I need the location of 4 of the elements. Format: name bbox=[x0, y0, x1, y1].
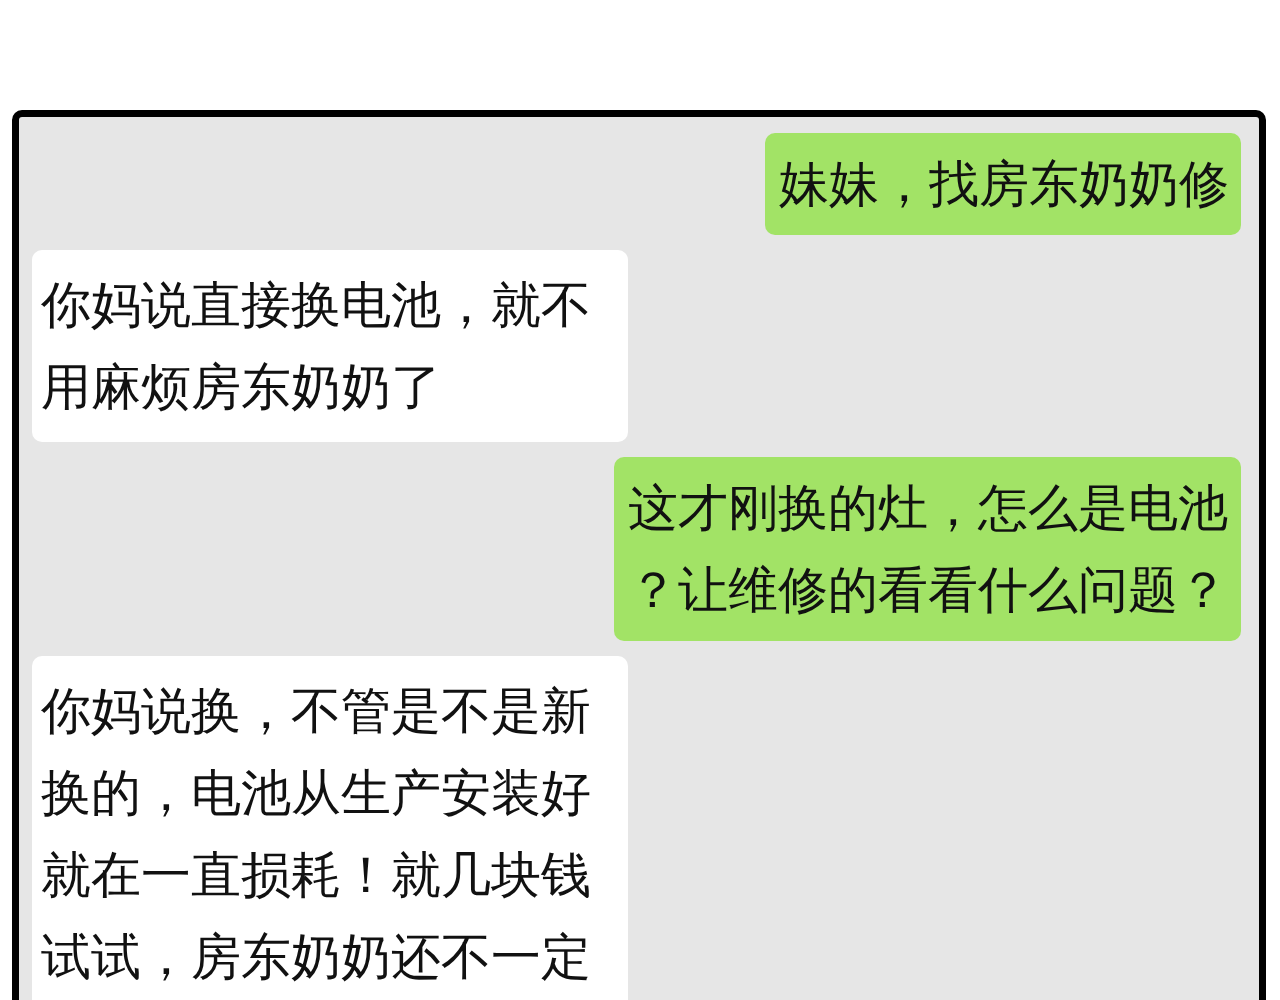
message-text: 妹妹，找房东奶奶修 bbox=[779, 154, 1229, 215]
message-text: 这才刚换的灶，怎么是电池？让维修的看看什么问题？ bbox=[628, 478, 1229, 621]
message-text: 你妈说换，不管是不是新换的，电池从生产安装好就在一直损耗！就几块钱试试，房东奶奶还不一定 bbox=[41, 681, 592, 988]
message-text: 你妈说直接换电池，就不用麻烦房东奶奶了 bbox=[41, 275, 592, 418]
